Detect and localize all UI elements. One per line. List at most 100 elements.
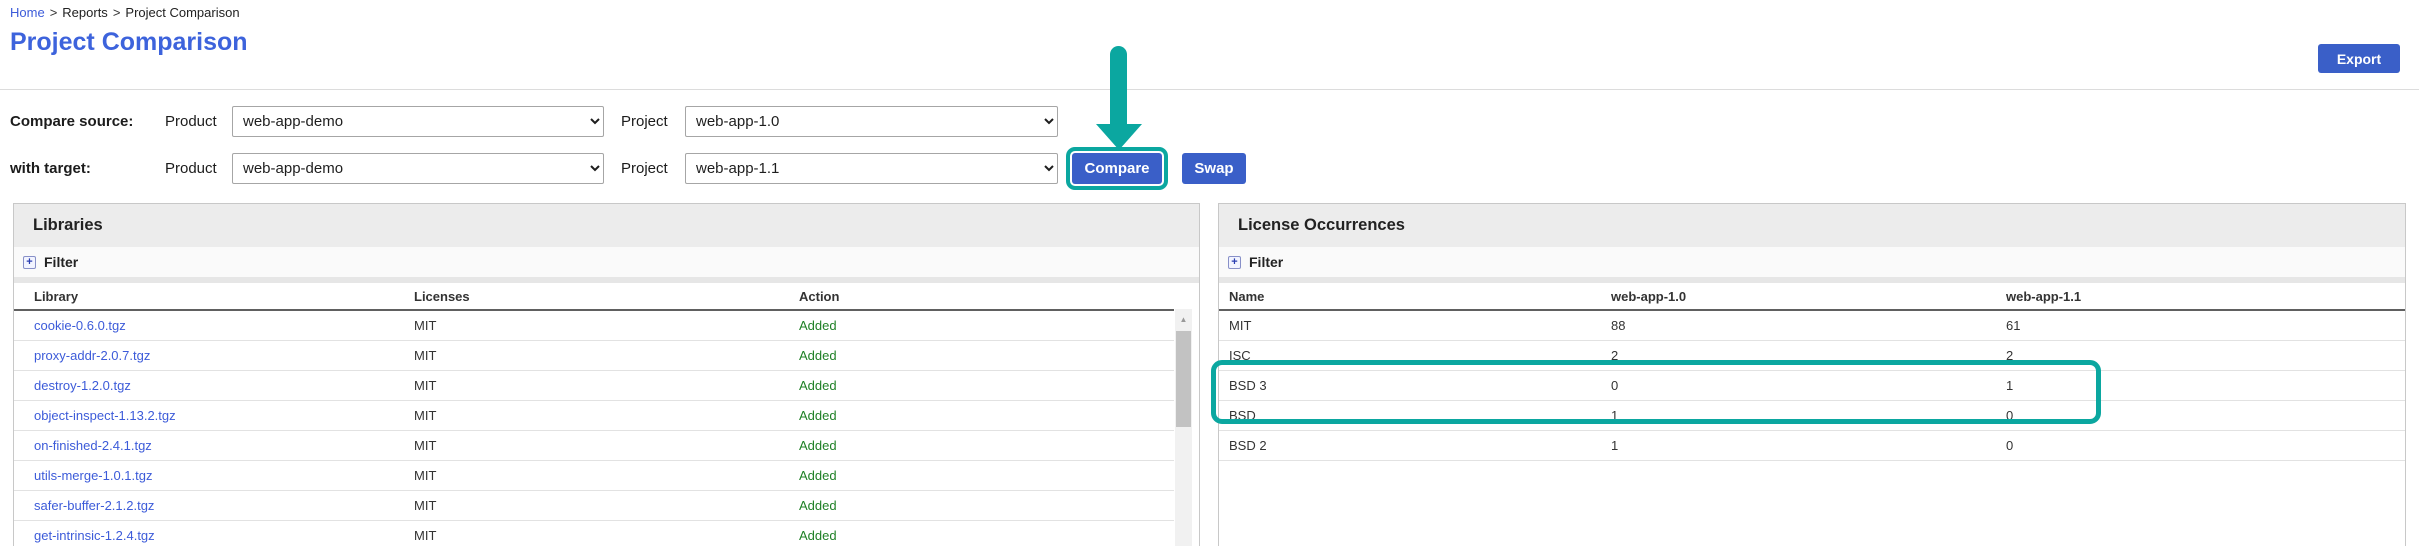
column-header-library: Library [14, 283, 404, 310]
licenses-cell: MIT [404, 431, 789, 461]
table-row: get-intrinsic-1.2.4.tgz MIT Added [14, 521, 1174, 546]
expand-plus-icon: + [1228, 256, 1241, 269]
annotation-highlight-ring: Compare [1066, 147, 1168, 190]
libraries-table-body: cookie-0.6.0.tgz MIT Added proxy-addr-2.… [14, 310, 1174, 546]
library-link[interactable]: on-finished-2.4.1.tgz [34, 438, 152, 453]
table-row: BSD 3 0 1 [1219, 371, 2405, 401]
project-label: Project [621, 153, 668, 184]
web-app-1-1-count-cell: 0 [1996, 431, 2405, 461]
license-filter-toggle[interactable]: + Filter [1219, 247, 2405, 277]
library-link[interactable]: proxy-addr-2.0.7.tgz [34, 348, 150, 363]
library-cell: get-intrinsic-1.2.4.tgz [14, 521, 404, 546]
panels-container: Libraries + Filter Library Licenses Acti… [13, 203, 2406, 546]
licenses-cell: MIT [404, 521, 789, 546]
breadcrumb-home-link[interactable]: Home [10, 5, 45, 20]
compare-source-label: Compare source: [10, 106, 133, 137]
action-cell: Added [789, 371, 1174, 401]
web-app-1-0-count-cell: 1 [1601, 401, 1996, 431]
page-title: Project Comparison [10, 28, 248, 57]
source-project-select[interactable]: web-app-1.0 [685, 106, 1058, 137]
table-row: proxy-addr-2.0.7.tgz MIT Added [14, 341, 1174, 371]
with-target-label: with target: [10, 153, 91, 184]
export-button[interactable]: Export [2318, 44, 2400, 73]
libraries-table: Library Licenses Action cookie-0.6.0.tgz… [14, 283, 1174, 546]
web-app-1-0-count-cell: 2 [1601, 341, 1996, 371]
license-name-cell: MIT [1219, 310, 1601, 341]
column-header-web-app-1-1: web-app-1.1 [1996, 283, 2405, 310]
license-table-header: Name web-app-1.0 web-app-1.1 [1219, 283, 2405, 310]
library-link[interactable]: cookie-0.6.0.tgz [34, 318, 126, 333]
action-cell: Added [789, 401, 1174, 431]
breadcrumb-separator: > [50, 5, 58, 20]
breadcrumb-reports: Reports [62, 5, 108, 20]
annotation-arrow-icon [1110, 46, 1127, 130]
action-cell: Added [789, 491, 1174, 521]
libraries-filter-toggle[interactable]: + Filter [14, 247, 1199, 277]
source-product-select[interactable]: web-app-demo [232, 106, 604, 137]
license-table: Name web-app-1.0 web-app-1.1 MIT 88 61 I… [1219, 283, 2405, 461]
column-header-licenses: Licenses [404, 283, 789, 310]
swap-button[interactable]: Swap [1182, 153, 1246, 184]
web-app-1-1-count-cell: 1 [1996, 371, 2405, 401]
web-app-1-1-count-cell: 61 [1996, 310, 2405, 341]
breadcrumb: Home > Reports > Project Comparison [10, 5, 240, 20]
license-name-cell: BSD 2 [1219, 431, 1601, 461]
web-app-1-0-count-cell: 1 [1601, 431, 1996, 461]
target-project-select[interactable]: web-app-1.1 [685, 153, 1058, 184]
compare-button[interactable]: Compare [1072, 153, 1162, 184]
action-cell: Added [789, 341, 1174, 371]
library-cell: safer-buffer-2.1.2.tgz [14, 491, 404, 521]
license-name-cell: BSD [1219, 401, 1601, 431]
license-name-cell: BSD 3 [1219, 371, 1601, 401]
library-link[interactable]: utils-merge-1.0.1.tgz [34, 468, 153, 483]
breadcrumb-separator: > [113, 5, 121, 20]
licenses-cell: MIT [404, 461, 789, 491]
library-link[interactable]: destroy-1.2.0.tgz [34, 378, 131, 393]
web-app-1-1-count-cell: 0 [1996, 401, 2405, 431]
licenses-cell: MIT [404, 401, 789, 431]
library-cell: proxy-addr-2.0.7.tgz [14, 341, 404, 371]
annotation-arrow-head-icon [1096, 124, 1142, 150]
web-app-1-1-count-cell: 2 [1996, 341, 2405, 371]
product-label: Product [165, 153, 217, 184]
libraries-panel: Libraries + Filter Library Licenses Acti… [13, 203, 1200, 546]
licenses-cell: MIT [404, 371, 789, 401]
web-app-1-0-count-cell: 88 [1601, 310, 1996, 341]
license-table-body: MIT 88 61 ISC 2 2 BSD 3 0 1 BSD 1 0 BSD … [1219, 310, 2405, 461]
license-name-cell: ISC [1219, 341, 1601, 371]
action-cell: Added [789, 461, 1174, 491]
licenses-cell: MIT [404, 491, 789, 521]
web-app-1-0-count-cell: 0 [1601, 371, 1996, 401]
filter-label: Filter [44, 254, 78, 270]
project-label: Project [621, 106, 668, 137]
license-occurrences-panel: License Occurrences + Filter Name web-ap… [1218, 203, 2406, 546]
library-cell: destroy-1.2.0.tgz [14, 371, 404, 401]
library-link[interactable]: object-inspect-1.13.2.tgz [34, 408, 176, 423]
column-header-web-app-1-0: web-app-1.0 [1601, 283, 1996, 310]
scrollbar-track[interactable]: ▲ [1175, 309, 1192, 546]
breadcrumb-current: Project Comparison [125, 5, 239, 20]
library-link[interactable]: get-intrinsic-1.2.4.tgz [34, 528, 155, 543]
table-row: MIT 88 61 [1219, 310, 2405, 341]
library-cell: object-inspect-1.13.2.tgz [14, 401, 404, 431]
licenses-cell: MIT [404, 310, 789, 341]
header-divider [0, 89, 2419, 90]
table-row: BSD 2 1 0 [1219, 431, 2405, 461]
table-row: cookie-0.6.0.tgz MIT Added [14, 310, 1174, 341]
library-link[interactable]: safer-buffer-2.1.2.tgz [34, 498, 154, 513]
expand-plus-icon: + [23, 256, 36, 269]
product-label: Product [165, 106, 217, 137]
license-panel-title: License Occurrences [1219, 204, 2405, 247]
libraries-panel-title: Libraries [14, 204, 1199, 247]
target-product-select[interactable]: web-app-demo [232, 153, 604, 184]
table-row: BSD 1 0 [1219, 401, 2405, 431]
libraries-table-header: Library Licenses Action [14, 283, 1174, 310]
library-cell: on-finished-2.4.1.tgz [14, 431, 404, 461]
table-row: object-inspect-1.13.2.tgz MIT Added [14, 401, 1174, 431]
column-header-name: Name [1219, 283, 1601, 310]
scrollbar-up-icon[interactable]: ▲ [1175, 309, 1192, 329]
action-cell: Added [789, 431, 1174, 461]
scrollbar-thumb[interactable] [1176, 331, 1191, 427]
action-cell: Added [789, 521, 1174, 546]
filter-label: Filter [1249, 254, 1283, 270]
